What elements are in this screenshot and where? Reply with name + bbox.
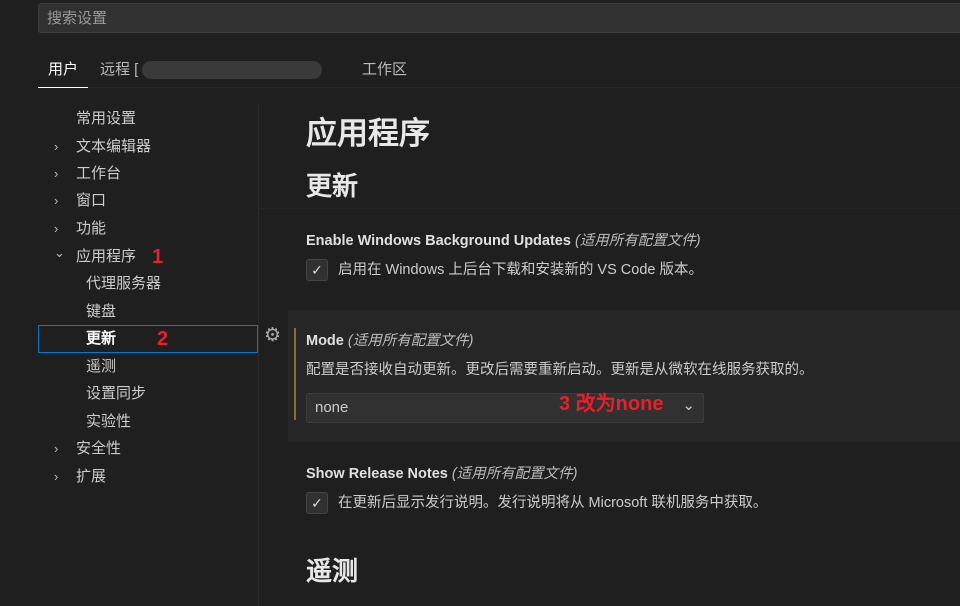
sticky-header-bg <box>259 158 960 209</box>
toc-text-editor[interactable]: › 文本编辑器 <box>38 135 258 159</box>
toc-telemetry[interactable]: 遥测 <box>38 355 258 379</box>
setting-title: Enable Windows Background Updates (适用所有配置… <box>306 229 960 250</box>
toc-label: 设置同步 <box>86 385 147 402</box>
toc-update[interactable]: 更新 2 <box>38 325 258 353</box>
toc-label: 实验性 <box>86 413 132 430</box>
setting-scope: (适用所有配置文件) <box>574 233 701 249</box>
toc-application[interactable]: ⌄ 应用程序 1 <box>38 245 258 269</box>
toc-label: 更新 <box>86 330 117 347</box>
setting-description: 配置是否接收自动更新。更改后需要重新启动。更新是从微软在线服务获取的。 <box>306 362 814 378</box>
setting-name: Enable Windows Background Updates <box>306 233 571 249</box>
check-icon: ✓ <box>311 495 323 512</box>
section-title: 更新 <box>306 171 359 201</box>
setting-scope: (适用所有配置文件) <box>347 333 474 349</box>
update-mode-select[interactable]: none 3 改为none ⌄ <box>306 393 704 423</box>
chevron-down-icon: ⌄ <box>54 245 65 260</box>
tab-user[interactable]: 用户 <box>38 58 89 88</box>
checkbox[interactable]: ✓ <box>306 492 328 515</box>
settings-scope-tabs: 用户 远程 [ 工作区 <box>38 52 960 88</box>
setting-scope: (适用所有配置文件) <box>451 466 578 482</box>
toc-label: 键盘 <box>86 303 117 320</box>
page-title: 应用程序 <box>306 116 430 151</box>
chevron-right-icon: › <box>54 469 59 484</box>
modified-indicator <box>294 328 296 420</box>
toc-window[interactable]: › 窗口 <box>38 189 258 213</box>
setting-mode: ⚙ Mode (适用所有配置文件) 配置是否接收自动更新。更改后需要重新启动。更新… <box>264 310 960 442</box>
annotation-2: 2 <box>157 328 169 350</box>
gear-icon[interactable]: ⚙ <box>264 324 281 347</box>
toc-label: 安全性 <box>76 440 122 457</box>
toc-workbench[interactable]: › 工作台 <box>38 162 258 186</box>
toc-keyboard[interactable]: 键盘 <box>38 300 258 324</box>
chevron-right-icon: › <box>54 441 59 456</box>
toc-extensions[interactable]: › 扩展 <box>38 465 258 489</box>
toc-label: 扩展 <box>76 468 107 485</box>
tab-workspace[interactable]: 工作区 <box>362 58 407 79</box>
chevron-right-icon: › <box>54 193 59 208</box>
checkbox[interactable]: ✓ <box>306 259 328 282</box>
toc-features[interactable]: › 功能 <box>38 217 258 241</box>
toc-settings-sync[interactable]: 设置同步 <box>38 382 258 406</box>
toc-common[interactable]: 常用设置 <box>38 107 258 131</box>
toc-label: 遥测 <box>86 358 117 375</box>
toc-label: 文本编辑器 <box>76 138 152 155</box>
chevron-down-icon: ⌄ <box>682 397 695 414</box>
tab-remote-label: 远程 [ <box>100 61 139 78</box>
chevron-right-icon: › <box>54 166 59 181</box>
setting-description: 在更新后显示发行说明。发行说明将从 Microsoft 联机服务中获取。 <box>338 495 768 511</box>
tab-remote[interactable]: 远程 [ <box>100 58 323 80</box>
select-value: none <box>315 399 349 416</box>
setting-release-notes: Show Release Notes (适用所有配置文件) ✓ 在更新后显示发行说明… <box>288 462 960 515</box>
annotation-1: 1 <box>152 246 164 268</box>
toc-security[interactable]: › 安全性 <box>38 437 258 461</box>
redacted-mark <box>142 61 323 80</box>
toc-label: 功能 <box>76 220 107 237</box>
toc-label: 代理服务器 <box>86 275 162 292</box>
annotation-3: 3 改为none <box>559 393 664 415</box>
toc-label: 工作台 <box>76 165 122 182</box>
toc-experimental[interactable]: 实验性 <box>38 410 258 434</box>
chevron-right-icon: › <box>54 139 59 154</box>
toc-proxy[interactable]: 代理服务器 <box>38 272 258 296</box>
chevron-right-icon: › <box>54 221 59 236</box>
setting-name: Show Release Notes <box>306 466 448 482</box>
next-section-title: 遥测 <box>306 556 359 586</box>
setting-title: Show Release Notes (适用所有配置文件) <box>306 462 960 483</box>
toc-label: 常用设置 <box>76 110 137 127</box>
setting-name: Mode <box>306 333 344 349</box>
search-settings-input[interactable]: 搜索设置 <box>38 3 960 33</box>
check-icon: ✓ <box>311 262 323 279</box>
setting-title: Mode (适用所有配置文件) <box>306 329 814 350</box>
settings-toc: 常用设置 › 文本编辑器 › 工作台 › 窗口 › 功能 ⌄ 应用程序 1 代理服务器 键盘… <box>38 105 259 606</box>
setting-description: 启用在 Windows 上后台下载和安装新的 VS Code 版本。 <box>338 262 703 278</box>
toc-label: 应用程序 <box>76 248 137 265</box>
setting-background-updates: Enable Windows Background Updates (适用所有配置… <box>288 229 960 282</box>
toc-label: 窗口 <box>76 192 107 209</box>
